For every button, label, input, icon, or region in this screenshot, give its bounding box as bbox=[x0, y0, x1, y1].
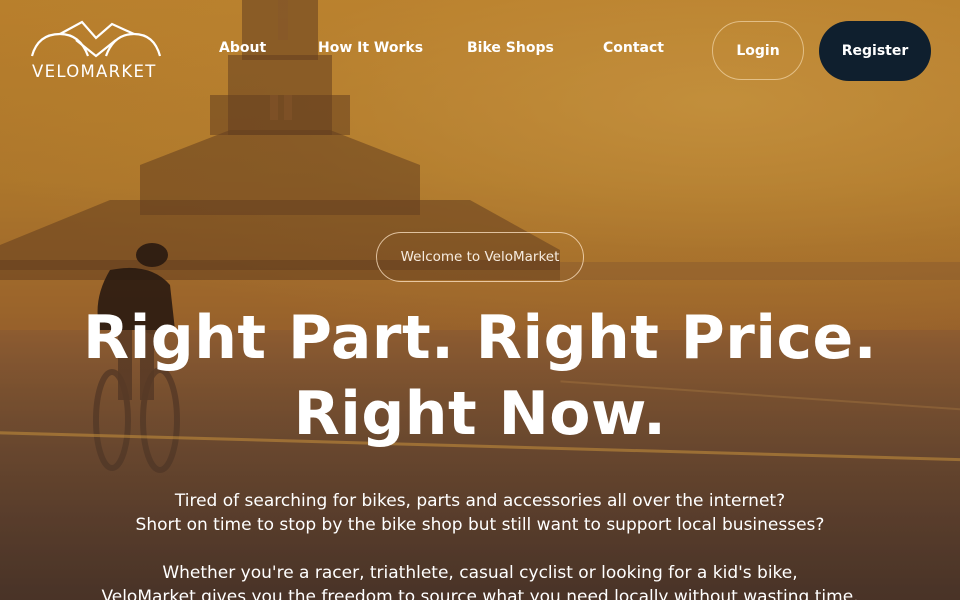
nav-bike-shops[interactable]: Bike Shops bbox=[467, 40, 554, 60]
nav-contact[interactable]: Contact bbox=[603, 40, 664, 60]
brand-name: VELOMARKET bbox=[32, 62, 157, 81]
headline-line-2: Right Now. bbox=[293, 379, 667, 449]
site-header: VELOMARKET About How It Works Bike Shops… bbox=[0, 0, 960, 100]
description-line-2: Short on time to stop by the bike shop b… bbox=[135, 515, 825, 535]
logo[interactable]: VELOMARKET bbox=[30, 20, 164, 82]
hero-headline: Right Part. Right Price. Right Now. bbox=[0, 300, 960, 452]
hero-description: Tired of searching for bikes, parts and … bbox=[0, 489, 960, 600]
welcome-badge: Welcome to VeloMarket bbox=[376, 232, 584, 282]
description-line-4: VeloMarket gives you the freedom to sour… bbox=[101, 587, 859, 600]
mountain-logo-icon bbox=[30, 20, 162, 58]
description-line-3: Whether you're a racer, triathlete, casu… bbox=[162, 563, 798, 583]
login-button[interactable]: Login bbox=[712, 21, 804, 80]
register-button[interactable]: Register bbox=[819, 21, 931, 81]
headline-line-1: Right Part. Right Price. bbox=[83, 303, 877, 373]
description-line-1: Tired of searching for bikes, parts and … bbox=[174, 491, 786, 511]
nav-how-it-works[interactable]: How It Works bbox=[318, 40, 423, 60]
nav-about[interactable]: About bbox=[219, 40, 266, 60]
